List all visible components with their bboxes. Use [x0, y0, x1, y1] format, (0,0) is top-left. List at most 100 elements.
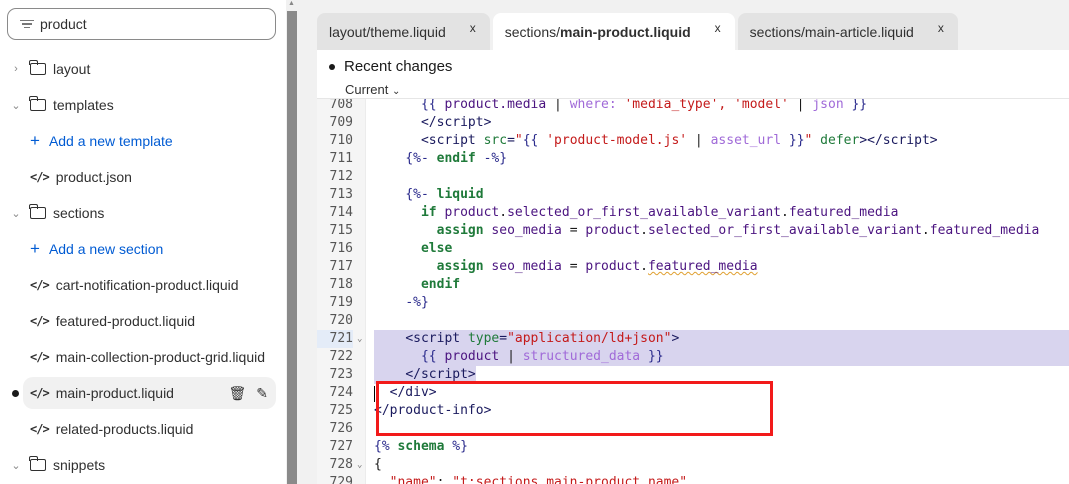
editor-tab[interactable]: sections/main-product.liquid x [492, 13, 735, 51]
chevron-down-icon[interactable]: ⌄ [9, 207, 23, 220]
line-number: 724 [329, 385, 353, 400]
code-line: 727 {% schema %} [317, 438, 1069, 456]
code-token: {{ [420, 99, 445, 112]
chevron-down-icon[interactable]: ⌄ [9, 459, 23, 472]
tab-label: layout/theme.liquid [329, 24, 446, 40]
code-token: featured_media [647, 259, 758, 274]
tree-item-file[interactable]: </> featured-product.liquid [0, 305, 276, 337]
folder-icon [29, 204, 46, 219]
plus-icon: + [30, 131, 40, 150]
tree-item-label: featured-product.liquid [55, 313, 195, 329]
tree-item-folder[interactable]: ⌄ snippets [0, 449, 276, 481]
line-number: 728 [329, 457, 353, 472]
close-tab-icon[interactable]: x [715, 21, 721, 35]
file-search-input[interactable]: product [7, 8, 276, 40]
code-token: endif [436, 151, 476, 166]
line-number: 729 [329, 475, 353, 484]
code-token: selected_or_first_available_variant [507, 205, 782, 220]
line-text: "name": "t:sections.main-product.name", [374, 474, 695, 484]
tree-item-label: Add a new section [48, 241, 164, 257]
fold-chevron-icon[interactable]: ⌄ [357, 330, 362, 348]
code-file-icon: </> [30, 386, 50, 400]
code-line: 708 {{ product.media | where: 'media_typ… [317, 99, 1069, 114]
code-editor[interactable]: 708 {{ product.media | where: 'media_typ… [317, 99, 1069, 484]
file-actions: 🗑 ✎ [228, 385, 268, 402]
tree-item-folder[interactable]: › layout [0, 53, 276, 85]
sidebar-scrollbar[interactable]: ▲ [286, 0, 298, 484]
tree-item-file[interactable]: </> related-products.liquid [0, 413, 276, 445]
trash-icon[interactable]: 🗑 [228, 385, 246, 402]
code-token: type [467, 331, 500, 346]
code-token: . [921, 223, 930, 238]
code-token: | [499, 349, 523, 364]
tree-item-label: cart-notification-product.liquid [55, 277, 239, 293]
code-token: else [420, 241, 453, 256]
line-number: 714 [329, 205, 353, 220]
code-line: 709 </script> [317, 114, 1069, 132]
tree-item-file[interactable]: </> cart-notification-product.liquid [0, 269, 276, 301]
tree-item-file[interactable]: </> main-collection-product-grid.liquid [0, 341, 276, 373]
code-token: json [812, 99, 844, 112]
tree-item-file[interactable]: </> main-product.liquid 🗑 ✎ [23, 377, 276, 409]
tree-item-folder[interactable]: ⌄ templates [0, 89, 276, 121]
line-text: assign seo_media = product.selected_or_f… [374, 222, 1040, 240]
line-text: if product.selected_or_first_available_v… [374, 204, 898, 222]
close-tab-icon[interactable]: x [938, 21, 944, 35]
code-token: , [687, 475, 695, 484]
line-text: {{ product.media | where: 'media_type', … [374, 99, 867, 114]
code-token: {{ [420, 349, 445, 364]
code-token: endif [420, 277, 461, 292]
code-token: ></script> [859, 133, 938, 148]
close-tab-icon[interactable]: x [470, 21, 476, 35]
code-token: seo_media [491, 223, 562, 238]
tree-item-add[interactable]: + Add a new template [0, 125, 276, 157]
code-token: featured_media [788, 205, 899, 220]
code-token: product [585, 259, 641, 274]
line-text: <script type="application/ld+json"> [374, 330, 680, 348]
code-token: product.media [444, 99, 547, 112]
tree-item-file[interactable]: </> product.json [0, 161, 276, 193]
unsaved-dot-icon [329, 63, 335, 70]
code-file-icon: </> [30, 422, 50, 436]
line-text: {% schema %} [374, 438, 468, 456]
code-token: selected_or_first_available_variant [647, 223, 922, 238]
editor-tab[interactable]: layout/theme.liquid x [317, 13, 490, 51]
tree-item-folder[interactable]: ⌄ sections [0, 197, 276, 229]
scroll-up-icon[interactable]: ▲ [288, 0, 295, 7]
line-number: 718 [329, 277, 353, 292]
code-line: 714 if product.selected_or_first_availab… [317, 204, 1069, 222]
code-line: 722 {{ product | structured_data }} [317, 348, 1069, 366]
line-text: endif [374, 276, 460, 294]
fold-chevron-icon[interactable]: ⌄ [357, 456, 362, 474]
code-token: structured_data [522, 349, 641, 364]
code-token: where: [569, 99, 625, 112]
search-value: product [40, 16, 87, 32]
pencil-icon[interactable]: ✎ [256, 385, 268, 402]
code-token: 'media_type', 'model' [624, 99, 789, 112]
code-line: 720 [317, 312, 1069, 330]
tree-item-add[interactable]: + Add a new section [0, 233, 276, 265]
version-select[interactable]: Current ⌄ [345, 82, 400, 97]
line-number: 719 [329, 295, 353, 310]
scrollbar-thumb[interactable] [287, 11, 297, 484]
chevron-right-icon[interactable]: › [9, 63, 23, 75]
code-token: liquid [436, 187, 484, 202]
chevron-down-icon[interactable]: ⌄ [9, 99, 23, 112]
editor-panel: Recent changes Current ⌄ 708 {{ product.… [317, 50, 1069, 484]
code-line: 717 assign seo_media = product.featured_… [317, 258, 1069, 276]
editor-tab[interactable]: sections/main-article.liquid x [737, 13, 958, 51]
text-cursor [374, 386, 375, 402]
code-token: {{ [522, 133, 547, 148]
code-token: "name" [389, 475, 437, 484]
code-token: 'product-model.js' [546, 133, 688, 148]
